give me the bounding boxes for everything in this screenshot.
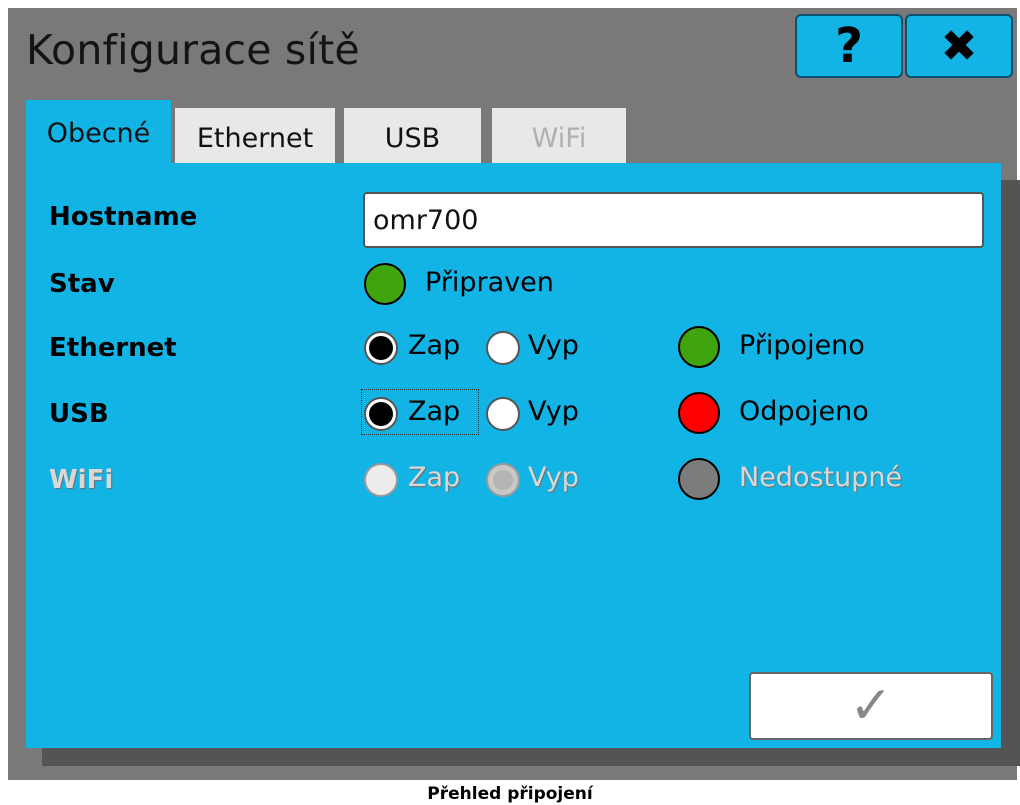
hostname-label: Hostname [49,202,198,232]
tab-ethernet[interactable]: Ethernet [175,108,335,168]
general-tab-panel: Hostname Stav Připraven Ethernet Zap Vyp… [26,163,1001,748]
usb-off-radio[interactable] [486,397,520,431]
status-indicator [364,263,406,305]
tab-general[interactable]: Obecné [26,100,171,166]
usb-status-text: Odpojeno [739,396,869,427]
wifi-off-radio [486,463,520,497]
window-title: Konfigurace sítě [26,26,360,74]
dialog-window: Konfigurace sítě ? ✖ Obecné Ethernet USB… [8,8,1020,780]
usb-off-label[interactable]: Vyp [528,396,579,427]
wifi-off-label: Vyp [528,462,579,493]
checkmark-icon: ✓ [849,676,893,736]
close-button[interactable]: ✖ [905,14,1013,78]
wifi-status-text: Nedostupné [739,462,903,493]
wifi-label: WiFi [49,465,114,495]
hostname-input[interactable] [363,192,984,248]
ethernet-off-label[interactable]: Vyp [528,330,579,361]
caption: Přehled připojení [427,784,593,804]
help-button[interactable]: ? [795,14,903,78]
ethernet-off-radio[interactable] [486,331,520,365]
wifi-on-radio [364,463,398,497]
ethernet-on-label[interactable]: Zap [408,330,460,361]
ethernet-status-indicator [678,326,720,368]
ethernet-status-text: Připojeno [739,330,865,361]
status-label: Stav [49,269,115,299]
tab-wifi: WiFi [492,108,626,168]
ethernet-label: Ethernet [49,333,177,363]
usb-on-radio[interactable] [364,397,398,431]
tab-usb[interactable]: USB [344,108,481,168]
wifi-status-indicator [678,458,720,500]
usb-status-indicator [678,392,720,434]
usb-on-label[interactable]: Zap [408,396,460,427]
ethernet-on-radio[interactable] [364,331,398,365]
confirm-button[interactable]: ✓ [749,672,993,740]
usb-label: USB [49,399,109,429]
wifi-on-label: Zap [408,462,461,493]
status-text: Připraven [425,267,554,298]
